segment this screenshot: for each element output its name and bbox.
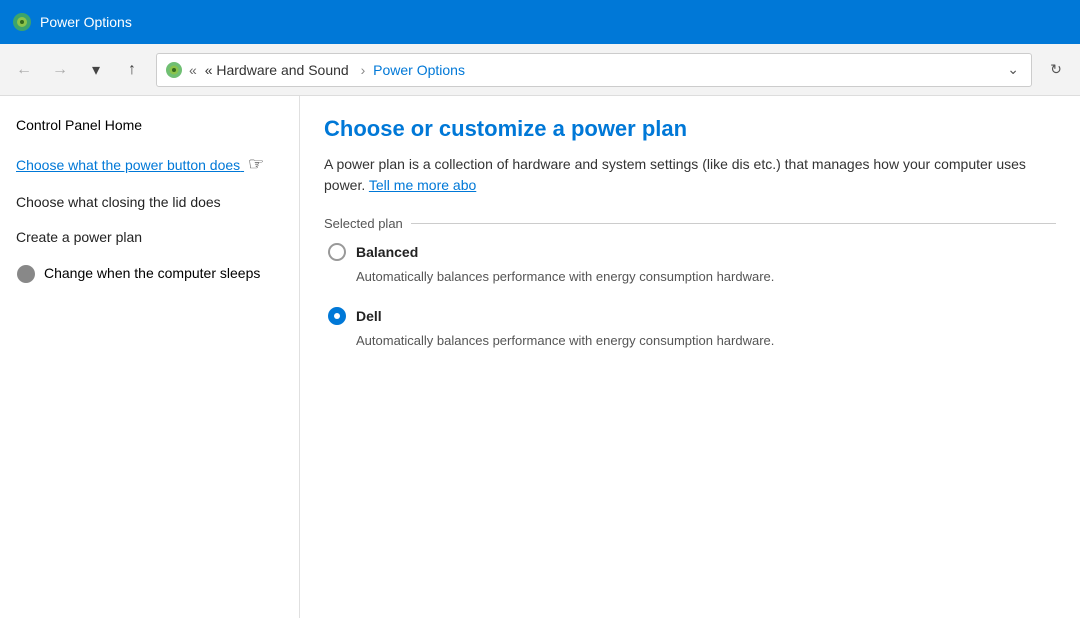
power-button-link[interactable]: Choose what the power button does (16, 157, 244, 173)
hand-cursor-icon: ☞ (248, 152, 264, 177)
sleep-icon (16, 264, 36, 284)
address-text: « « Hardware and Sound › Power Options (189, 62, 465, 78)
forward-button[interactable]: → (44, 54, 76, 86)
page-title: Choose or customize a power plan (324, 116, 1056, 142)
up-button[interactable]: ↑ (116, 54, 148, 86)
plan-dell-name: Dell (356, 308, 382, 324)
plan-dell[interactable]: Dell Automatically balances performance … (324, 307, 1056, 351)
title-bar-icon (12, 12, 32, 32)
back-button[interactable]: ← (8, 54, 40, 86)
sidebar-item-sleep[interactable]: Change when the computer sleeps (16, 264, 283, 284)
sidebar-item-power-button[interactable]: Choose what the power button does ☞ (16, 152, 283, 177)
main-area: Control Panel Home Choose what the power… (0, 96, 1080, 618)
breadcrumb-power: Power Options (373, 62, 465, 78)
recent-locations-button[interactable]: ▾ (80, 54, 112, 86)
radio-balanced[interactable] (328, 243, 346, 261)
content-area: Choose or customize a power plan A power… (300, 96, 1080, 618)
refresh-icon: ↻ (1050, 61, 1062, 78)
content-description: A power plan is a collection of hardware… (324, 154, 1056, 196)
plan-dell-desc: Automatically balances performance with … (328, 331, 1056, 351)
tell-me-more-link[interactable]: Tell me more abo (369, 177, 476, 193)
sidebar-item-create-plan[interactable]: Create a power plan (16, 228, 283, 248)
plan-dell-header[interactable]: Dell (328, 307, 1056, 325)
address-bar-icon (165, 61, 183, 79)
title-bar: Power Options (0, 0, 1080, 44)
title-bar-text: Power Options (40, 14, 132, 30)
breadcrumb-hardware: « Hardware and Sound (205, 62, 349, 78)
sidebar-item-lid[interactable]: Choose what closing the lid does (16, 193, 283, 213)
selected-plan-section: Selected plan (324, 216, 1056, 231)
plan-balanced-desc: Automatically balances performance with … (328, 267, 1056, 287)
nav-bar: ← → ▾ ↑ « « Hardware and Sound › Power O… (0, 44, 1080, 96)
plan-balanced-name: Balanced (356, 244, 418, 260)
plan-balanced[interactable]: Balanced Automatically balances performa… (324, 243, 1056, 287)
plan-balanced-header[interactable]: Balanced (328, 243, 1056, 261)
forward-icon: → (52, 61, 68, 79)
address-dropdown-button[interactable]: ⌄ (1003, 57, 1023, 82)
dropdown-icon: ▾ (92, 60, 100, 80)
sidebar: Control Panel Home Choose what the power… (0, 96, 300, 618)
up-icon: ↑ (128, 61, 136, 79)
sidebar-control-panel-home: Control Panel Home (16, 116, 283, 136)
address-bar[interactable]: « « Hardware and Sound › Power Options ⌄ (156, 53, 1032, 87)
back-icon: ← (16, 61, 32, 79)
refresh-button[interactable]: ↻ (1040, 54, 1072, 86)
radio-dell-inner (334, 313, 340, 319)
radio-dell[interactable] (328, 307, 346, 325)
